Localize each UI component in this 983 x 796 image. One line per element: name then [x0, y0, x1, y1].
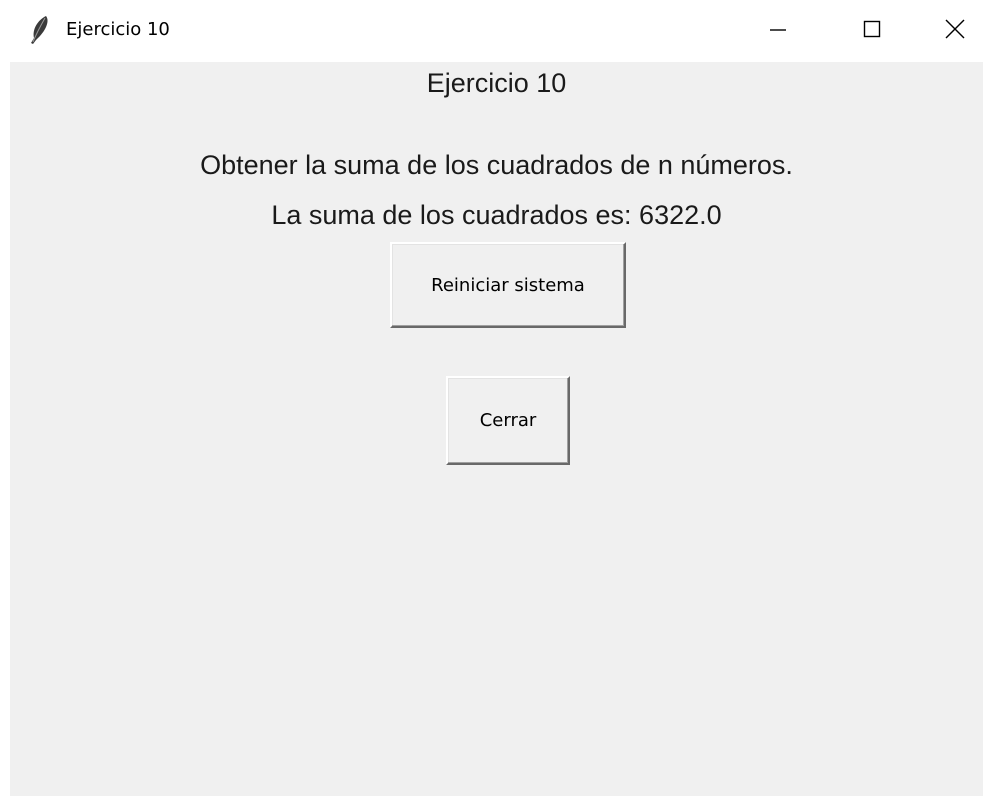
reset-system-button[interactable]: Reiniciar sistema	[390, 242, 626, 328]
page-title: Ejercicio 10	[426, 68, 567, 98]
minimize-button[interactable]	[742, 0, 814, 62]
maximize-button[interactable]	[836, 0, 908, 62]
minimize-icon	[768, 19, 788, 43]
title-bar[interactable]: Ejercicio 10	[0, 0, 983, 62]
close-window-button[interactable]	[926, 0, 983, 62]
app-window: Ejercicio 10 Ejercicio 10 Obtener la sum…	[0, 0, 983, 796]
reset-system-button-label: Reiniciar sistema	[431, 274, 585, 296]
feather-icon	[26, 15, 52, 45]
maximize-icon	[862, 19, 882, 43]
window-title: Ejercicio 10	[66, 19, 170, 40]
close-button-label: Cerrar	[479, 410, 537, 431]
result-label: La suma de los cuadrados es: 6322.0	[271, 200, 722, 230]
client-area: Ejercicio 10 Obtener la suma de los cuad…	[10, 62, 983, 796]
close-button[interactable]: Cerrar	[446, 376, 570, 465]
description-label: Obtener la suma de los cuadrados de n nú…	[200, 150, 793, 180]
close-icon	[944, 18, 966, 44]
